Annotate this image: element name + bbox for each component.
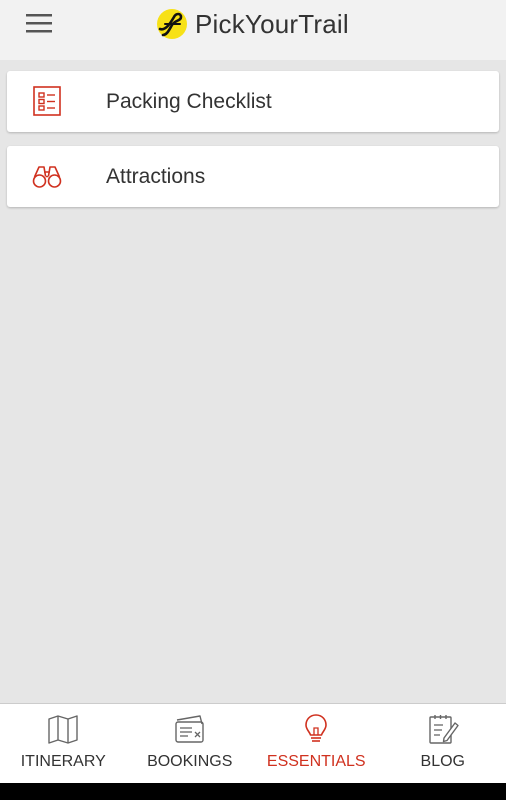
- tab-essentials-label: ESSENTIALS: [266, 753, 366, 770]
- packing-checklist-card[interactable]: Packing Checklist: [7, 71, 499, 132]
- map-icon: [48, 715, 78, 744]
- notepad-pen-icon: [429, 715, 459, 744]
- tab-bookings-label: BOOKINGS: [147, 753, 233, 770]
- menu-button[interactable]: [22, 10, 56, 38]
- app-logo: PickYourTrail: [156, 6, 349, 42]
- pickyourtrail-logo-icon: [157, 9, 187, 39]
- hamburger-menu-icon[interactable]: [22, 10, 56, 38]
- checklist-icon: [33, 86, 61, 116]
- tab-blog[interactable]: BLOG: [380, 704, 506, 784]
- bottom-tab-bar: ITINERARY BOOKINGS ESSENTIALS BLOG: [0, 703, 506, 784]
- tab-itinerary[interactable]: ITINERARY: [0, 704, 127, 784]
- lightbulb-icon: [305, 714, 328, 742]
- ticket-icon: [175, 715, 204, 743]
- packing-checklist-label: Packing Checklist: [106, 90, 272, 113]
- tab-blog-label: BLOG: [420, 753, 465, 770]
- attractions-card[interactable]: Attractions: [7, 146, 499, 207]
- attractions-label: Attractions: [106, 165, 206, 188]
- binoculars-icon: [32, 166, 62, 188]
- system-navigation-bar: [0, 783, 506, 800]
- tab-itinerary-label: ITINERARY: [20, 753, 106, 770]
- tab-bookings[interactable]: BOOKINGS: [127, 704, 254, 784]
- tab-essentials[interactable]: ESSENTIALS: [253, 704, 380, 784]
- app-header: PickYourTrail: [0, 0, 506, 60]
- app-name: PickYourTrail: [195, 8, 349, 39]
